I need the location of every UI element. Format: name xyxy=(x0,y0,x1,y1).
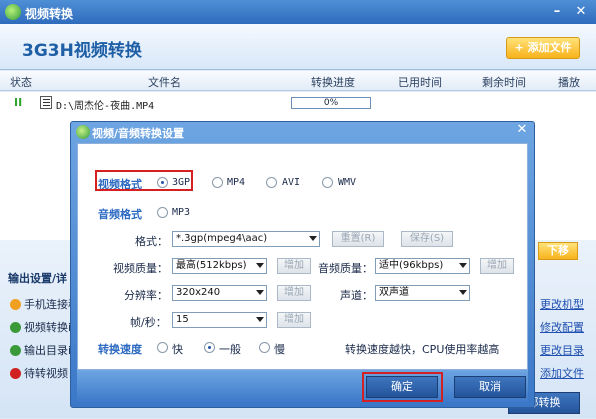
change-dir-link[interactable]: 更改目录 xyxy=(540,342,584,358)
audio-quality-label: 音频质量： xyxy=(318,262,373,275)
fps-value: 15 xyxy=(176,314,189,325)
video-quality-select[interactable]: 最高(512kbps) xyxy=(172,258,267,274)
audio-format-label: 音频格式 xyxy=(98,208,142,221)
check-icon xyxy=(10,345,21,356)
add-fps-button[interactable]: 增加 xyxy=(277,312,311,328)
radio-speed-fast[interactable] xyxy=(157,342,168,353)
save-button[interactable]: 保存(S) xyxy=(401,231,453,247)
format-value: *.3gp(mpeg4\aac) xyxy=(176,233,268,244)
radio-mp4[interactable] xyxy=(212,177,223,188)
speed-label: 转换速度 xyxy=(98,343,142,356)
add-audio-quality-button[interactable]: 增加 xyxy=(480,258,514,274)
col-elapsed[interactable]: 已用时间 xyxy=(398,74,442,90)
progress-text: 0% xyxy=(323,98,339,108)
col-remaining[interactable]: 剩余时间 xyxy=(482,74,526,90)
setting-item-phone: 手机连接秘 xyxy=(10,296,79,312)
file-list-header: 状态 文件名 转换进度 已用时间 剩余时间 播放 xyxy=(0,71,596,91)
fps-label: 帧/秒： xyxy=(130,316,167,329)
window-titlebar: 视频转换 – ✕ xyxy=(0,0,596,24)
chevron-down-icon xyxy=(256,290,264,295)
setting-label: 输出目录i xyxy=(24,344,72,357)
chevron-down-icon xyxy=(256,263,264,268)
app-title: 3G3H视频转换 xyxy=(22,41,142,61)
window-title: 视频转换 xyxy=(25,7,74,21)
radio-speed-slow[interactable] xyxy=(259,342,270,353)
close-window-button[interactable]: ✕ xyxy=(572,3,590,21)
audio-quality-value: 适中(96kbps) xyxy=(379,260,444,271)
col-filename[interactable]: 文件名 xyxy=(148,74,181,90)
resolution-label: 分辨率： xyxy=(124,289,168,302)
col-status[interactable]: 状态 xyxy=(10,74,32,90)
video-quality-label: 视频质量： xyxy=(113,262,168,275)
dialog-title-text: 视频/音频转换设置 xyxy=(92,127,185,140)
setting-item-pending: 待转视频： xyxy=(10,365,79,381)
dialog-logo-icon xyxy=(76,125,90,139)
format-select[interactable]: *.3gp(mpeg4\aac) xyxy=(172,231,320,247)
add-file-button[interactable]: + 添加文件 xyxy=(506,37,580,59)
cancel-button[interactable]: 取消 xyxy=(454,376,526,398)
change-model-link[interactable]: 更改机型 xyxy=(540,296,584,312)
radio-wmv[interactable] xyxy=(322,177,333,188)
move-down-button[interactable]: 下移 xyxy=(538,242,578,260)
radio-speed-fast-label: 快 xyxy=(172,343,183,356)
resolution-value: 320x240 xyxy=(176,287,221,298)
dialog-close-button[interactable]: ✕ xyxy=(514,122,530,138)
warning-icon xyxy=(10,299,21,310)
radio-avi[interactable] xyxy=(266,177,277,188)
app-header: 3G3H视频转换 + 添加文件 xyxy=(0,24,596,70)
reset-button[interactable]: 重置(R) xyxy=(332,231,384,247)
file-icon xyxy=(40,96,52,109)
setting-item-dir: 输出目录i xyxy=(10,342,71,358)
video-quality-value: 最高(512kbps) xyxy=(176,260,247,271)
radio-3gp-label: 3GP xyxy=(172,177,191,188)
add-file-link[interactable]: 添加文件 xyxy=(540,365,584,381)
progress-bar: 0% xyxy=(291,97,371,109)
radio-avi-label: AVI xyxy=(282,177,301,188)
audio-quality-select[interactable]: 适中(96kbps) xyxy=(375,258,470,274)
add-resolution-button[interactable]: 增加 xyxy=(277,285,311,301)
radio-speed-normal-label: 一般 xyxy=(219,343,241,356)
setting-label: 视频转换i xyxy=(24,321,72,334)
col-play[interactable]: 播放 xyxy=(558,74,580,90)
check-icon xyxy=(10,322,21,333)
chevron-down-icon xyxy=(256,317,264,322)
resolution-select[interactable]: 320x240 xyxy=(172,285,267,301)
fps-select[interactable]: 15 xyxy=(172,312,267,328)
setting-item-video: 视频转换i xyxy=(10,319,71,335)
chevron-down-icon xyxy=(309,236,317,241)
file-name: D:\周杰伦-夜曲.MP4 xyxy=(56,101,155,112)
minimize-button[interactable]: – xyxy=(548,3,566,21)
radio-mp3-label: MP3 xyxy=(172,207,191,218)
add-video-quality-button[interactable]: 增加 xyxy=(277,258,311,274)
col-progress[interactable]: 转换进度 xyxy=(311,74,355,90)
channel-label: 声道： xyxy=(340,289,373,302)
modify-config-link[interactable]: 修改配置 xyxy=(540,319,584,335)
radio-speed-slow-label: 慢 xyxy=(274,343,285,356)
radio-wmv-label: WMV xyxy=(338,177,357,188)
radio-3gp[interactable] xyxy=(157,177,168,188)
highlight-box xyxy=(362,372,443,402)
chevron-down-icon xyxy=(459,290,467,295)
chevron-down-icon xyxy=(459,263,467,268)
format-label: 格式： xyxy=(135,235,168,248)
pause-icon[interactable]: II xyxy=(14,96,22,109)
radio-mp3[interactable] xyxy=(157,207,168,218)
radio-speed-normal[interactable] xyxy=(204,342,215,353)
output-settings-heading: 输出设置/详 xyxy=(8,272,68,285)
channel-value: 双声道 xyxy=(379,287,409,298)
channel-select[interactable]: 双声道 xyxy=(375,285,470,301)
speed-hint: 转换速度越快，CPU使用率越高 xyxy=(345,343,500,356)
radio-mp4-label: MP4 xyxy=(227,177,246,188)
app-logo-icon xyxy=(5,4,21,20)
error-icon xyxy=(10,368,21,379)
